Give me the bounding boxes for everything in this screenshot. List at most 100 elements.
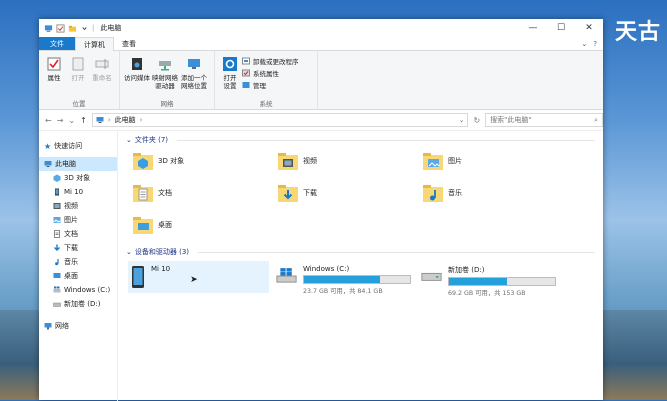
navigation-pane: ★ 快速访问 此电脑 3D 对象 Mi 10 视频 图片 文档 下载 音乐 桌面… [39, 131, 118, 401]
folder-item-videos[interactable]: 视频 [277, 147, 422, 175]
desktop-overlay-text: 天古 [614, 20, 661, 45]
back-arrow-icon[interactable]: ← [45, 116, 52, 125]
ribbon-tabs: 文件 计算机 查看 ⌄ ? [39, 37, 603, 51]
star-icon: ★ [44, 142, 52, 151]
uninstall-label: 卸载或更改程序 [253, 58, 299, 66]
properties-icon [47, 57, 61, 71]
folder-download-icon [278, 185, 298, 202]
nav-item-drive-c[interactable]: Windows (C:) [39, 283, 117, 297]
refresh-icon[interactable]: ↻ [473, 116, 480, 125]
nav-network[interactable]: 网络 [39, 319, 117, 333]
chevron-down-icon[interactable] [80, 24, 89, 33]
desktop-icon [53, 273, 61, 278]
folder-label: 图片 [448, 157, 462, 165]
devices-section-header[interactable]: ⌄ 设备和驱动器 (3) [126, 245, 603, 259]
system-properties-button[interactable]: 系统属性 [242, 68, 299, 78]
nav-item-mi10[interactable]: Mi 10 [39, 185, 117, 199]
folder-item-downloads[interactable]: 下载 [277, 179, 422, 207]
pc-icon [44, 161, 52, 167]
drive-icon [421, 272, 442, 281]
device-item-drive-d[interactable]: 新加卷 (D:) 69.2 GB 可用，共 153 GB [418, 261, 559, 297]
drive-space-info: 23.7 GB 可用，共 84.1 GB [303, 288, 383, 295]
ribbon-group-network: 访问媒体 映射网络 驱动器 添加一个 网络位置 网络 [120, 51, 215, 109]
folder-label: 下载 [303, 189, 317, 197]
folders-section-header[interactable]: ⌄ 文件夹 (7) [126, 133, 603, 147]
nav-this-pc[interactable]: 此电脑 [39, 157, 117, 171]
folder-item-music[interactable]: 音乐 [422, 179, 567, 207]
uninstall-program-button[interactable]: 卸载或更改程序 [242, 56, 299, 66]
tab-view[interactable]: 查看 [114, 37, 144, 50]
nav-label: 快速访问 [54, 142, 83, 150]
nav-label: 下载 [64, 244, 78, 252]
folder-label: 3D 对象 [158, 157, 185, 165]
folder-document-icon [133, 185, 153, 202]
manage-button[interactable]: 管理 [242, 80, 299, 90]
up-arrow-icon[interactable]: ↑ [80, 116, 87, 125]
add-location-label: 添加一个 网络位置 [181, 74, 207, 90]
drive-icon [53, 302, 61, 307]
content-pane: ⌄ 文件夹 (7) 3D 对象 视频 图片 文档 下载 音乐 桌面 ⌄ 设备和驱… [118, 131, 603, 401]
folder-item-3d-objects[interactable]: 3D 对象 [132, 147, 277, 175]
nav-label: 图片 [64, 216, 78, 224]
drive-usage-fill [304, 276, 381, 283]
folder-item-desktop[interactable]: 桌面 [132, 211, 277, 239]
properties-label: 属性 [47, 74, 61, 82]
settings-gear-icon [223, 57, 237, 71]
chevron-down-icon[interactable]: ⌄ [459, 116, 465, 124]
ribbon: 属性 打开 重命名 位置 访问媒体 映射网络 驱动器 添加一个 网络位置 网络 … [39, 51, 603, 110]
music-note-icon [55, 259, 59, 266]
nav-item-downloads[interactable]: 下载 [39, 241, 117, 255]
close-button[interactable]: ✕ [575, 19, 603, 37]
video-icon [53, 203, 61, 209]
ribbon-group-system: 打开 设置 卸载或更改程序 系统属性 管理 系统 [215, 51, 318, 109]
nav-item-3d-objects[interactable]: 3D 对象 [39, 171, 117, 185]
device-item-mi10[interactable]: Mi 10 ➤ [128, 261, 269, 293]
nav-item-videos[interactable]: 视频 [39, 199, 117, 213]
nav-label: 新加卷 (D:) [64, 300, 101, 308]
nav-item-drive-d[interactable]: 新加卷 (D:) [39, 297, 117, 311]
new-folder-icon[interactable] [68, 24, 77, 33]
manage-label: 管理 [253, 82, 266, 90]
nav-label: 3D 对象 [64, 174, 91, 182]
nav-item-pictures[interactable]: 图片 [39, 213, 117, 227]
explorer-window: | 此电脑 — ☐ ✕ 文件 计算机 查看 ⌄ ? 属性 打开 重命名 位置 访… [39, 19, 604, 401]
nav-item-documents[interactable]: 文档 [39, 227, 117, 241]
ribbon-group-label: 系统 [259, 100, 273, 108]
rename-label: 重命名 [92, 74, 112, 82]
nav-label: 文档 [64, 230, 78, 238]
folder-item-documents[interactable]: 文档 [132, 179, 277, 207]
open-icon [72, 57, 84, 71]
device-item-drive-c[interactable]: Windows (C:) 23.7 GB 可用，共 84.1 GB [273, 261, 414, 295]
title-bar: | 此电脑 — ☐ ✕ [39, 19, 603, 37]
folder-music-icon [423, 185, 443, 202]
search-input[interactable]: 搜索"此电脑" ⌕ [485, 113, 604, 127]
nav-label: 视频 [64, 202, 78, 210]
chevron-down-icon[interactable]: ⌄ [68, 116, 75, 125]
minimize-button[interactable]: — [519, 19, 547, 37]
picture-icon [53, 217, 61, 223]
nav-item-desktop[interactable]: 桌面 [39, 269, 117, 283]
nav-label: 此电脑 [55, 160, 76, 168]
breadcrumb-this-pc[interactable]: 此电脑 [115, 115, 136, 125]
help-icon[interactable]: ? [593, 40, 597, 48]
breadcrumb-separator-icon: › [139, 116, 143, 124]
drive-usage-bar [303, 275, 411, 284]
download-arrow-icon [54, 244, 60, 251]
forward-arrow-icon[interactable]: → [57, 116, 64, 125]
pc-icon [96, 117, 104, 123]
folder-label: 文档 [158, 189, 172, 197]
properties-check-icon[interactable] [56, 23, 65, 33]
tab-file[interactable]: 文件 [39, 37, 75, 50]
chevron-down-icon[interactable]: ⌄ [581, 40, 587, 48]
nav-item-music[interactable]: 音乐 [39, 255, 117, 269]
folder-label: 桌面 [158, 221, 172, 229]
maximize-button[interactable]: ☐ [547, 19, 575, 37]
network-drive-icon [159, 61, 171, 71]
nav-quick-access[interactable]: ★ 快速访问 [39, 139, 117, 153]
tab-computer[interactable]: 计算机 [75, 37, 114, 51]
folder-item-pictures[interactable]: 图片 [422, 147, 567, 175]
nav-label: 网络 [55, 322, 69, 330]
address-input[interactable]: › 此电脑 › ⌄ [91, 113, 469, 127]
folder-3d-icon [133, 153, 153, 170]
device-name: 新加卷 (D:) [448, 266, 485, 274]
